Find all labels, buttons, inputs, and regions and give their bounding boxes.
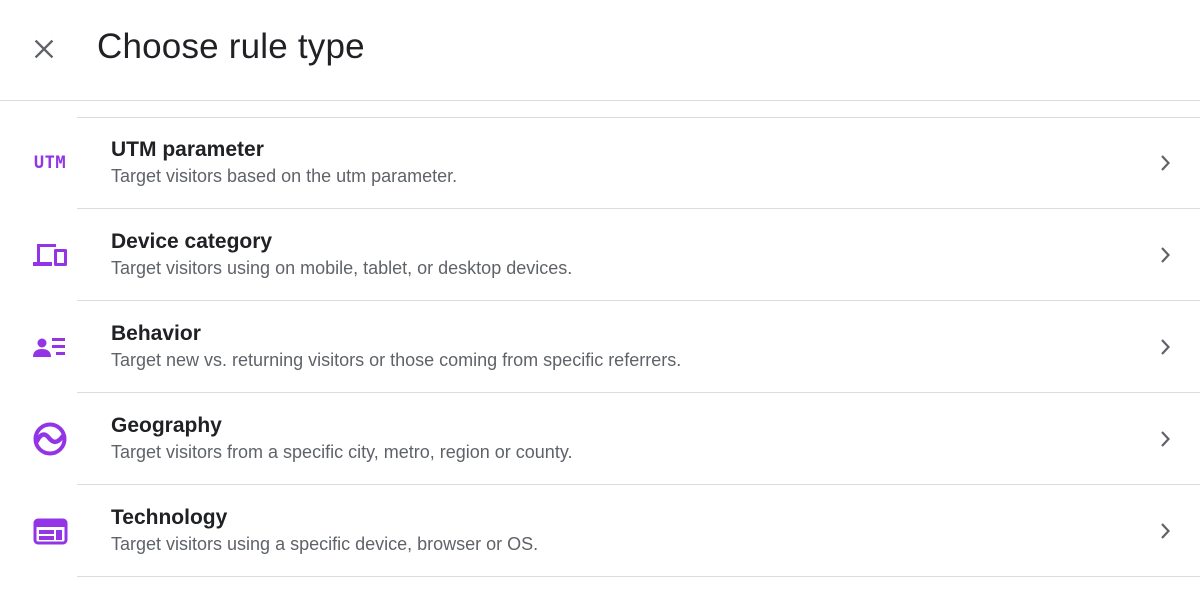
globe-icon: [28, 417, 72, 461]
rule-option-technology[interactable]: Technology Target visitors using a speci…: [0, 485, 1200, 577]
rule-type-list: UTM UTM parameter Target visitors based …: [0, 117, 1200, 577]
rule-option-label: Device category: [111, 230, 273, 253]
rule-option-label: UTM parameter: [111, 138, 264, 161]
rule-option-description: Target visitors based on the utm paramet…: [111, 166, 458, 186]
rule-option-behavior[interactable]: Behavior Target new vs. returning visito…: [0, 301, 1200, 393]
rule-option-description: Target new vs. returning visitors or tho…: [111, 350, 682, 370]
rule-option-device-category[interactable]: Device category Target visitors using on…: [0, 209, 1200, 301]
utm-icon: UTM: [33, 153, 67, 173]
chevron-right-icon: [1152, 150, 1178, 176]
rule-option-geography[interactable]: Geography Target visitors from a specifi…: [0, 393, 1200, 485]
rule-option-label: Behavior: [111, 322, 201, 345]
page-title: Choose rule type: [97, 27, 365, 66]
chevron-right-icon: [1152, 242, 1178, 268]
rule-option-label: Technology: [111, 506, 228, 529]
rule-option-utm-parameter[interactable]: UTM UTM parameter Target visitors based …: [0, 117, 1200, 209]
rule-option-label: Geography: [111, 414, 222, 437]
chevron-right-icon: [1152, 426, 1178, 452]
web-window-icon: [28, 509, 72, 553]
close-button[interactable]: [28, 33, 60, 65]
person-list-icon: [28, 325, 72, 369]
close-icon: [34, 39, 54, 59]
chevron-right-icon: [1152, 334, 1178, 360]
rule-option-description: Target visitors using a specific device,…: [111, 534, 539, 554]
rule-option-description: Target visitors using on mobile, tablet,…: [111, 258, 573, 278]
dialog-header: Choose rule type: [0, 0, 1200, 101]
devices-icon: [28, 233, 72, 277]
chevron-right-icon: [1152, 518, 1178, 544]
rule-option-description: Target visitors from a specific city, me…: [111, 442, 573, 462]
